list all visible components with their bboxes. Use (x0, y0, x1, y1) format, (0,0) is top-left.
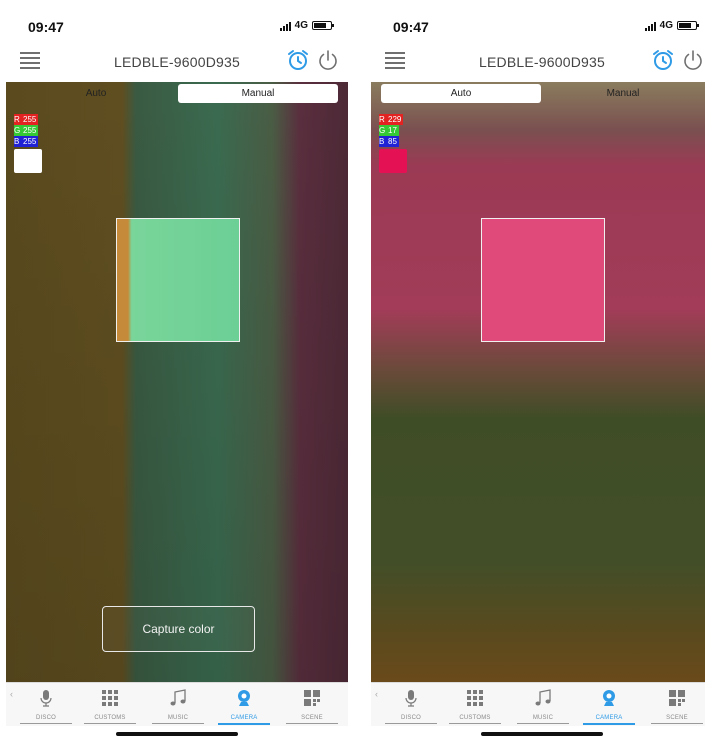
network-type: 4G (659, 20, 673, 31)
grid-icon (467, 690, 483, 706)
color-target-box[interactable] (116, 218, 240, 342)
phone-screen-auto: 09:47 4G LEDBLE-9600D935 Auto Manual R 2… (371, 8, 705, 738)
green-value: 17 (386, 125, 399, 136)
music-note-icon (535, 689, 551, 706)
tab-customs[interactable]: CUSTOMS (84, 689, 136, 724)
red-value-row: R 255 (14, 114, 39, 125)
blue-value: 255 (21, 136, 39, 147)
chevron-left-icon[interactable]: ‹ (375, 689, 378, 699)
tab-music[interactable]: MUSIC (152, 689, 204, 724)
tab-disco[interactable]: DISCO (20, 689, 72, 724)
home-indicator[interactable] (116, 732, 238, 736)
tab-bar: ‹ DISCO CUSTOMS MUSIC CAMERA SCENE (6, 682, 348, 726)
music-note-icon (170, 689, 186, 706)
camera-preview: Auto Manual R 229 G 17 B 85 (371, 82, 705, 682)
scene-grid-icon (669, 690, 685, 706)
power-icon[interactable] (316, 48, 340, 72)
scene-grid-icon (304, 690, 320, 706)
mode-auto-option[interactable]: Auto (381, 84, 541, 103)
red-value-row: R 229 (379, 114, 404, 125)
status-indicators: 4G (279, 20, 334, 31)
chevron-left-icon[interactable]: ‹ (10, 689, 13, 699)
status-time: 09:47 (28, 19, 64, 35)
mode-toggle: Auto Manual (16, 82, 338, 104)
power-icon[interactable] (681, 48, 705, 72)
phone-screen-manual: 09:47 4G LEDBLE-9600D935 Auto Manual R 2… (6, 8, 348, 738)
rgb-readout: R 229 G 17 B 85 (379, 114, 407, 173)
home-indicator[interactable] (481, 732, 603, 736)
tab-customs[interactable]: CUSTOMS (449, 689, 501, 724)
color-swatch (379, 149, 407, 173)
mode-manual-option[interactable]: Manual (178, 84, 338, 103)
battery-icon (677, 21, 699, 30)
mode-manual-option[interactable]: Manual (543, 84, 703, 103)
microphone-icon (40, 690, 52, 707)
app-header: LEDBLE-9600D935 (6, 42, 348, 80)
status-bar: 09:47 4G (6, 8, 348, 42)
tab-scene[interactable]: SCENE (286, 689, 338, 724)
red-value: 229 (386, 114, 404, 125)
signal-icon (644, 21, 656, 31)
status-bar: 09:47 4G (371, 8, 705, 42)
color-target-box[interactable] (481, 218, 605, 342)
mode-toggle: Auto Manual (381, 82, 703, 104)
network-type: 4G (294, 20, 308, 31)
battery-icon (312, 21, 334, 30)
status-indicators: 4G (644, 20, 699, 31)
camera-preview: Auto Manual R 255 G 255 B 255 Capture color (6, 82, 348, 682)
signal-icon (279, 21, 291, 31)
color-swatch (14, 149, 42, 173)
grid-icon (102, 690, 118, 706)
tab-bar: ‹ DISCO CUSTOMS MUSIC CAMERA SCENE (371, 682, 705, 726)
mode-auto-option[interactable]: Auto (16, 84, 176, 103)
status-time: 09:47 (393, 19, 429, 35)
rgb-readout: R 255 G 255 B 255 (14, 114, 42, 173)
blue-value: 85 (386, 136, 399, 147)
tab-scene[interactable]: SCENE (651, 689, 703, 724)
screenshot-pair: 09:47 4G LEDBLE-9600D935 Auto Manual R 2… (0, 0, 705, 740)
microphone-icon (405, 690, 417, 707)
blue-value-row: B 85 (379, 136, 399, 147)
camera-icon (603, 690, 615, 706)
capture-color-button[interactable]: Capture color (102, 606, 255, 652)
green-value: 255 (21, 125, 39, 136)
alarm-clock-icon[interactable] (286, 48, 310, 72)
green-value-row: G 17 (379, 125, 399, 136)
app-header: LEDBLE-9600D935 (371, 42, 705, 80)
tab-disco[interactable]: DISCO (385, 689, 437, 724)
tab-camera[interactable]: CAMERA (583, 689, 635, 725)
red-value: 255 (21, 114, 39, 125)
tab-camera[interactable]: CAMERA (218, 689, 270, 725)
tab-music[interactable]: MUSIC (517, 689, 569, 724)
green-value-row: G 255 (14, 125, 39, 136)
camera-icon (238, 690, 250, 706)
blue-value-row: B 255 (14, 136, 39, 147)
alarm-clock-icon[interactable] (651, 48, 675, 72)
